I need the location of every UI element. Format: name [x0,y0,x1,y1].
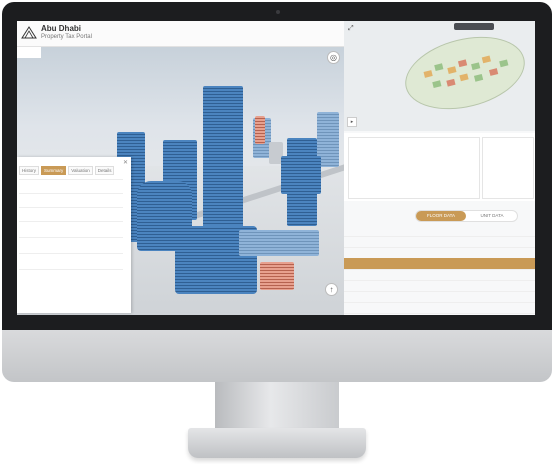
divider [19,269,123,270]
plot[interactable] [481,55,491,64]
table-row[interactable] [344,302,535,314]
property-info-panel: ✕ History Summary Valuation Details [17,157,131,313]
building-far-red[interactable] [255,116,265,144]
island-plan[interactable] [397,25,533,121]
toggle-unit-data[interactable]: UNIT DATA [467,211,517,221]
camera-icon [276,10,280,14]
minimap[interactable]: ⤢ ▸ [344,21,535,131]
tab-summary[interactable]: Summary [41,166,67,175]
building-main-tower[interactable] [203,86,243,236]
header-bar: Abu Dhabi Property Tax Portal [17,21,344,47]
building-tower-right-2[interactable] [281,156,321,194]
building-selected-roof[interactable] [260,262,294,290]
map-breadcrumb[interactable] [17,47,41,58]
building-podium-roof[interactable] [239,230,319,256]
divider [19,221,123,222]
plot[interactable] [471,62,481,71]
plot[interactable] [446,78,456,87]
divider [19,179,123,180]
divider [19,193,123,194]
monitor-stand-base [188,428,366,458]
plot[interactable] [457,59,468,68]
data-toggle[interactable]: FLOOR DATA UNIT DATA [415,210,518,222]
monitor-stand-neck [215,382,339,432]
plot[interactable] [423,70,433,78]
tab-valuation[interactable]: Valuation [68,166,93,175]
summary-card-left [348,137,480,199]
plot[interactable] [434,63,444,72]
plot[interactable] [447,66,457,74]
logo-icon [21,26,37,39]
panel-tabs: History Summary Valuation Details [19,166,115,175]
plot[interactable] [459,73,469,82]
plot[interactable] [499,59,509,68]
toggle-floor-data[interactable]: FLOOR DATA [416,211,466,221]
minimap-toggle-icon[interactable]: ▸ [347,117,357,127]
map-pane[interactable]: Abu Dhabi Property Tax Portal ◎ ↑ ✕ Hist… [17,21,344,315]
minimap-badge [454,23,494,30]
screen: Abu Dhabi Property Tax Portal ◎ ↑ ✕ Hist… [17,21,535,315]
close-icon[interactable]: ✕ [123,159,128,166]
expand-icon[interactable]: ⤢ [348,25,354,33]
tab-history[interactable]: History [19,166,40,175]
compass-icon[interactable]: ◎ [327,51,340,64]
tab-details[interactable]: Details [94,166,115,175]
divider [19,207,123,208]
plot[interactable] [473,73,484,82]
monitor-chin [2,330,552,382]
summary-card-right [482,137,534,199]
plot[interactable] [432,80,442,89]
brand-name: Abu Dhabi [41,24,81,33]
divider [19,253,123,254]
brand-subtitle: Property Tax Portal [41,34,92,40]
summary-cards [344,133,535,201]
north-arrow-icon[interactable]: ↑ [325,283,338,296]
plot[interactable] [489,68,499,76]
divider [19,237,123,238]
